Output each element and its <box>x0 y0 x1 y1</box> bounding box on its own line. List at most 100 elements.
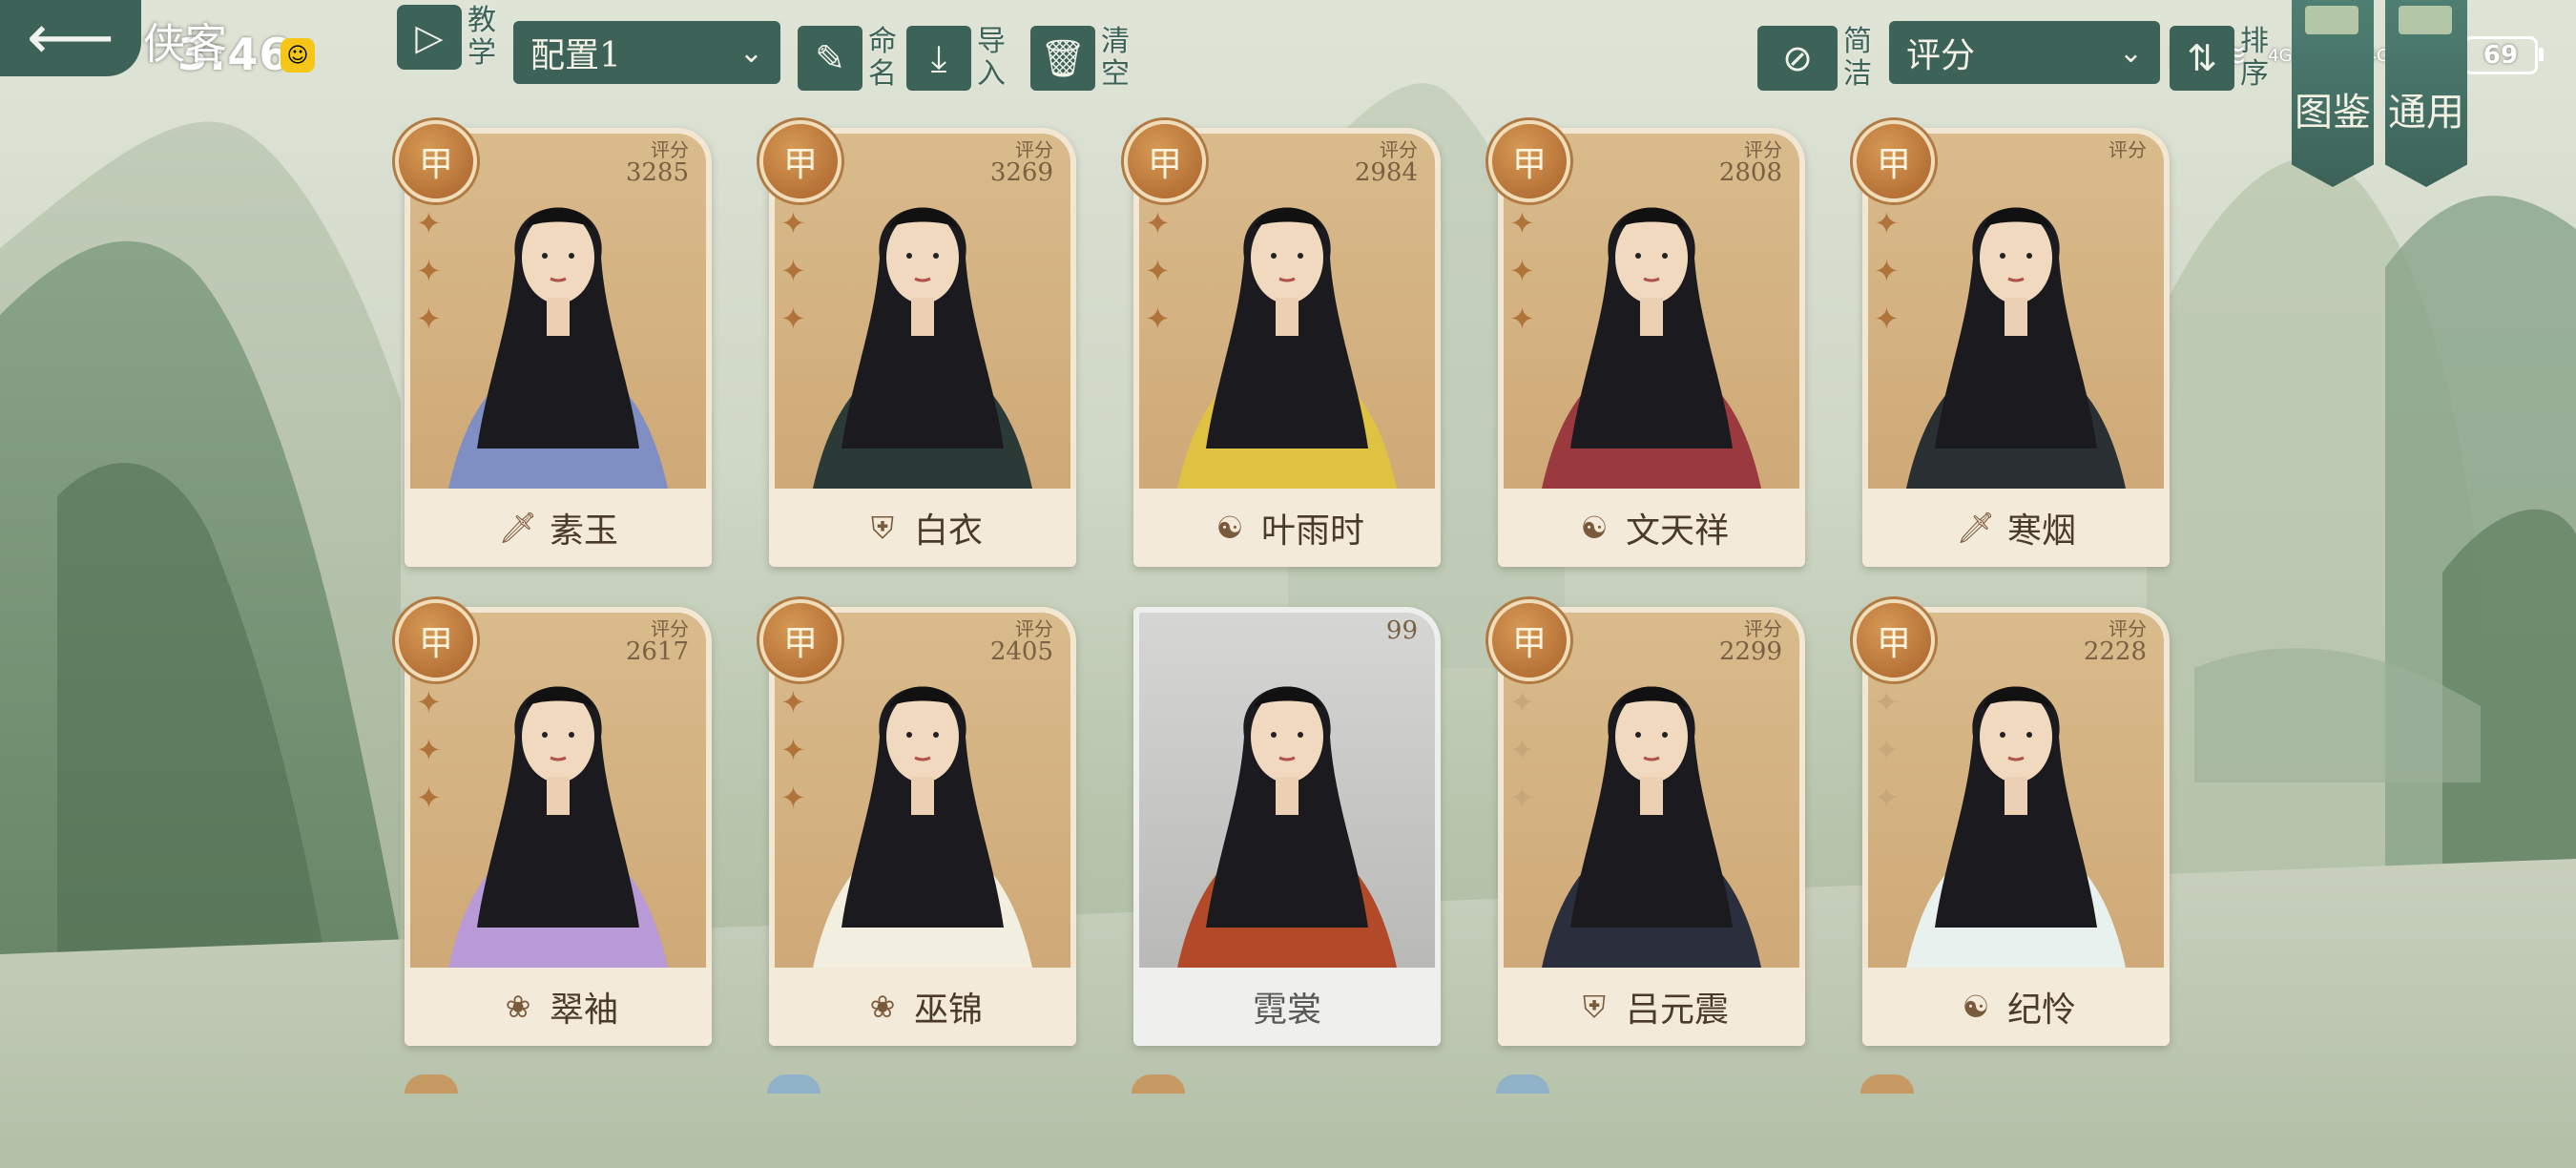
scroll-decoration-2 <box>2399 6 2452 34</box>
character-name: 白衣 <box>913 511 983 551</box>
score-value: 3269 <box>989 158 1053 187</box>
star-filled-icon: ✦ <box>780 780 806 816</box>
sort-chevron-icon: ⌄ <box>2118 35 2143 70</box>
sort-select[interactable]: 评分 ⌄ <box>1889 21 2160 84</box>
star-filled-icon: ✦ <box>1874 253 1900 289</box>
star-rating: ✦ ✦ ✦ <box>416 683 454 817</box>
score-display: 评分 3285 <box>626 139 689 185</box>
character-name: 翠袖 <box>549 991 618 1030</box>
star-empty-icon: ✦ <box>1509 684 1535 720</box>
star-filled-icon: ✦ <box>416 205 442 241</box>
row3-badge-5 <box>1860 1074 1914 1094</box>
star-filled-icon: ✦ <box>1145 205 1171 241</box>
score-display: 评分 2984 <box>1355 139 1418 185</box>
name-bar: ❀ 翠袖 <box>405 968 712 1046</box>
score-label: 评分 <box>1380 138 1418 161</box>
general-label: 通用 <box>2388 91 2464 135</box>
rename-button[interactable]: ✎ 命名 <box>798 21 901 95</box>
import-button[interactable]: ⤓ 导入 <box>906 21 1009 95</box>
row3-badge-1 <box>405 1074 458 1094</box>
star-filled-icon: ✦ <box>780 205 806 241</box>
tutorial-label: 教学 <box>467 4 496 70</box>
star-filled-icon: ✦ <box>1509 205 1535 241</box>
card-frame: 99 霓裳 <box>1133 607 1441 1046</box>
star-rating: ✦ ✦ ✦ <box>1145 204 1183 338</box>
rank-badge: 甲 <box>1853 120 1935 202</box>
config-select[interactable]: 配置1 ⌄ <box>513 21 780 84</box>
config-select-value: 配置1 <box>530 36 621 75</box>
score-display: 评分 2299 <box>1719 618 1782 664</box>
rank-badge: 甲 <box>1488 599 1570 681</box>
star-filled-icon: ✦ <box>416 732 442 768</box>
clear-button[interactable]: 🗑 清空 <box>1030 21 1133 95</box>
score-display: 评分 <box>2109 139 2147 160</box>
score-label: 评分 <box>1015 138 1053 161</box>
score-value: 2617 <box>625 637 689 666</box>
character-card[interactable]: 99 霓裳 <box>1133 607 1441 1046</box>
star-filled-icon: ✦ <box>780 301 806 337</box>
character-card[interactable]: 评分 3285 🗡 素玉甲 ✦ ✦ ✦ <box>395 120 712 567</box>
name-bar: ⛨ 白衣 <box>769 489 1076 567</box>
character-name: 文天祥 <box>1625 511 1729 551</box>
play-icon: ▷ <box>397 5 462 70</box>
back-button[interactable]: ⟵ <box>0 0 141 76</box>
star-filled-icon: ✦ <box>1874 301 1900 337</box>
rank-badge: 甲 <box>1488 120 1570 202</box>
general-banner[interactable]: 通用 <box>2385 0 2467 187</box>
character-card[interactable]: 评分 2984 ☯ 叶雨时甲 ✦ ✦ ✦ <box>1124 120 1441 567</box>
sword-icon: 🗡 <box>498 510 538 546</box>
character-name: 霓裳 <box>1252 991 1321 1030</box>
score-display: 评分 2405 <box>990 618 1053 664</box>
star-empty-icon: ✦ <box>1509 780 1535 816</box>
star-filled-icon: ✦ <box>416 780 442 816</box>
score-value: 3285 <box>625 158 689 187</box>
character-name: 寒烟 <box>2006 511 2076 551</box>
tutorial-button[interactable]: ▷ 教学 <box>397 0 500 74</box>
name-bar: ❀ 巫锦 <box>769 968 1076 1046</box>
character-card[interactable]: 评分 2617 ❀ 翠袖甲 ✦ ✦ ✦ <box>395 599 712 1046</box>
rank-badge: 甲 <box>759 120 841 202</box>
rank-badge: 甲 <box>1853 599 1935 681</box>
atlas-banner[interactable]: 图鉴 <box>2292 0 2374 187</box>
score-value: 2228 <box>2083 637 2147 666</box>
star-filled-icon: ✦ <box>416 301 442 337</box>
rank-badge: 甲 <box>1124 120 1206 202</box>
rename-label: 命名 <box>868 25 897 91</box>
star-rating: ✦ ✦ ✦ <box>1509 204 1548 338</box>
star-empty-icon: ✦ <box>1874 732 1900 768</box>
simple-mode-button[interactable]: ⊘ 简洁 <box>1757 21 1876 95</box>
star-rating: ✦ ✦ ✦ <box>1874 683 1912 817</box>
character-name: 叶雨时 <box>1260 511 1364 551</box>
score-label: 评分 <box>2109 138 2147 161</box>
sort-select-value: 评分 <box>1906 36 1976 75</box>
character-portrait: 99 <box>1139 613 1435 968</box>
character-card[interactable]: 评分 2405 ❀ 巫锦甲 ✦ ✦ ✦ <box>759 599 1076 1046</box>
chevron-down-icon: ⌄ <box>738 35 763 70</box>
score-value: 2299 <box>1718 637 1782 666</box>
character-card[interactable]: 评分 3269 ⛨ 白衣甲 ✦ ✦ ✦ <box>759 120 1076 567</box>
character-card[interactable]: 评分 2228 ☯ 纪怜甲 ✦ ✦ ✦ <box>1853 599 2170 1046</box>
star-rating: ✦ ✦ ✦ <box>780 204 819 338</box>
star-filled-icon: ✦ <box>1145 253 1171 289</box>
download-icon: ⤓ <box>906 26 971 91</box>
star-filled-icon: ✦ <box>1509 301 1535 337</box>
score-display: 99 <box>1386 618 1418 643</box>
row3-badge-2 <box>767 1074 821 1094</box>
character-card[interactable]: 评分 2299 ⛨ 吕元震甲 ✦ ✦ ✦ <box>1488 599 1805 1046</box>
shield-icon: ⛨ <box>1582 989 1606 1025</box>
star-filled-icon: ✦ <box>1874 205 1900 241</box>
score-label: 评分 <box>1015 617 1053 640</box>
score-value: 2808 <box>1718 158 1782 187</box>
sort-order-button[interactable]: ⇅ 排序 <box>2170 21 2273 95</box>
sword-icon: 🗡 <box>1956 510 1996 546</box>
row3-badge-3 <box>1132 1074 1185 1094</box>
character-card[interactable]: 评分 2808 ☯ 文天祥甲 ✦ ✦ ✦ <box>1488 120 1805 567</box>
name-bar: 🗡 素玉 <box>405 489 712 567</box>
character-name: 巫锦 <box>913 991 983 1030</box>
import-label: 导入 <box>977 25 1006 91</box>
yinyang-icon: ☯ <box>1962 989 1990 1025</box>
character-card[interactable]: 评分 🗡 寒烟甲 ✦ ✦ ✦ <box>1853 120 2170 567</box>
name-bar: ⛨ 吕元震 <box>1498 968 1805 1046</box>
score-value: 2405 <box>989 637 1053 666</box>
score-display: 评分 2808 <box>1719 139 1782 185</box>
